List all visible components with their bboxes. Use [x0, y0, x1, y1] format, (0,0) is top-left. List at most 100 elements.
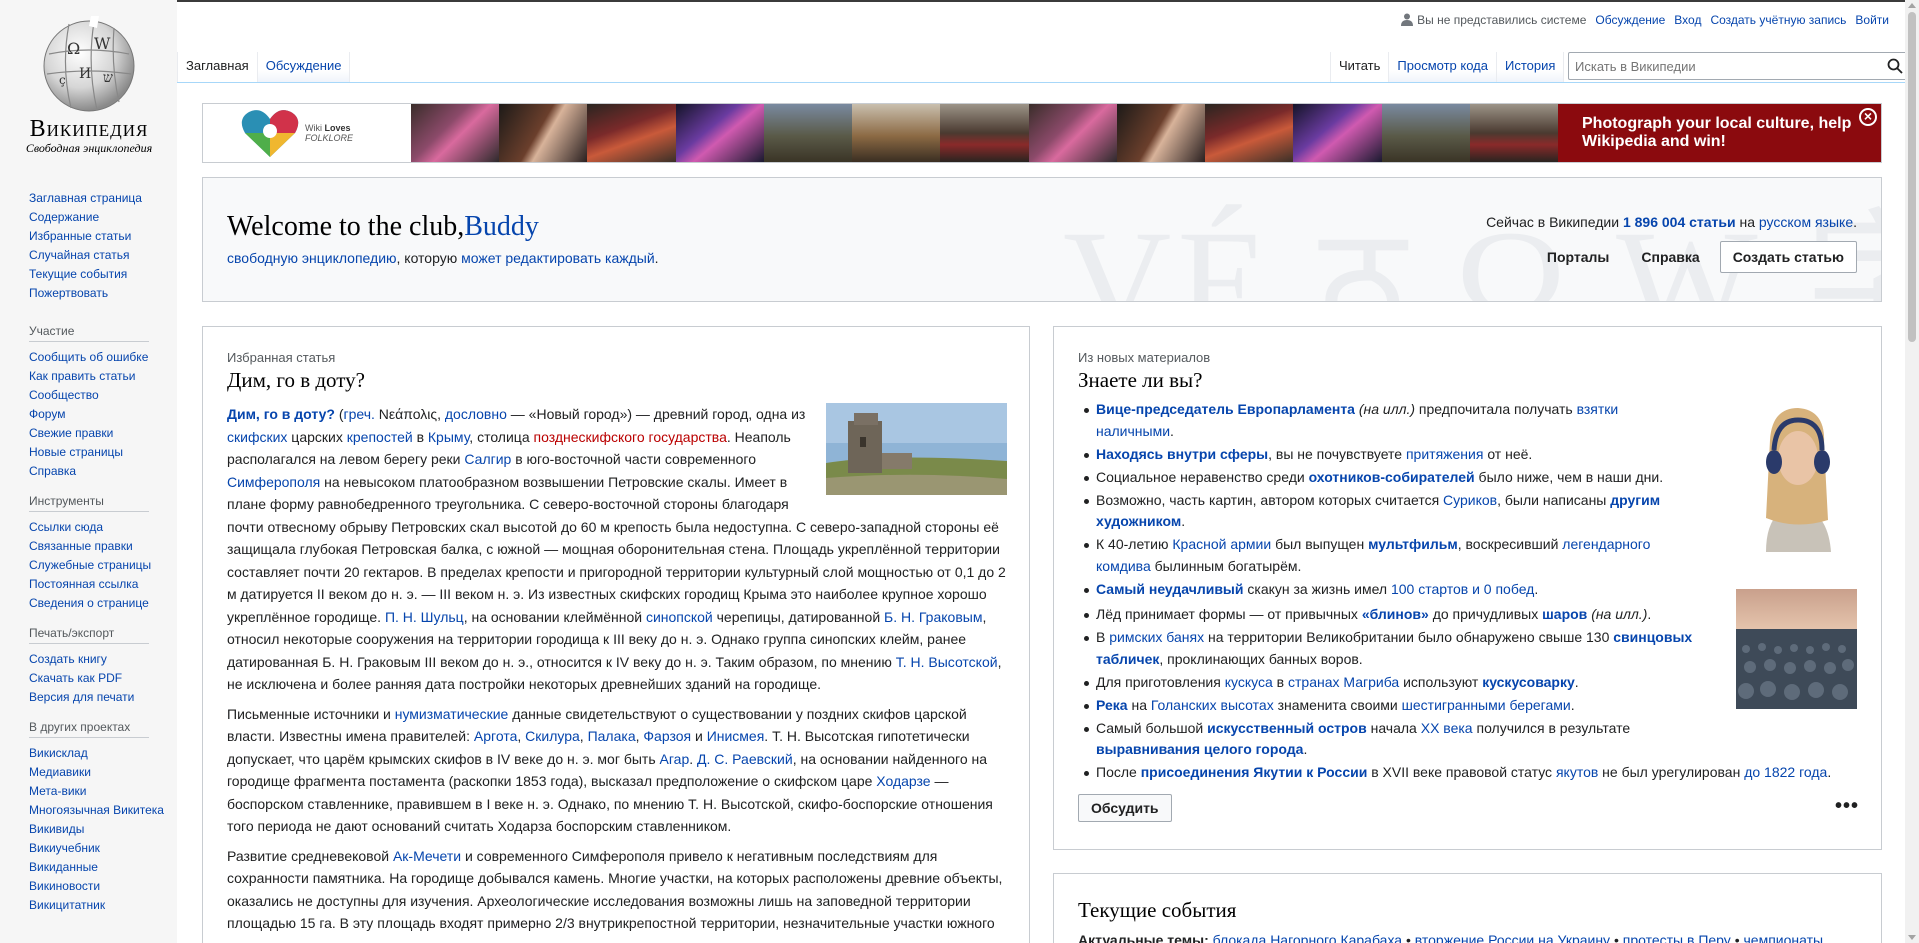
projects-item[interactable]: Многоязычная Викитека — [29, 800, 165, 819]
wiki-link[interactable]: Инисмея — [707, 728, 765, 744]
free-encyclopedia-link[interactable]: свободную энциклопедию — [227, 250, 397, 266]
tab-read[interactable]: Читать — [1330, 52, 1390, 82]
page-scrollbar[interactable] — [1905, 0, 1919, 943]
scrollbar-thumb[interactable] — [1908, 12, 1916, 342]
wiki-link[interactable]: охотников-собирателей — [1309, 469, 1475, 485]
wiki-link[interactable]: Агар — [660, 751, 690, 767]
help-link[interactable]: Справка — [1625, 249, 1715, 265]
wiki-link[interactable]: кускуса — [1225, 674, 1273, 690]
participate-item[interactable]: Сообщество — [29, 385, 165, 404]
wiki-link[interactable]: «блинов» — [1362, 606, 1429, 622]
tab-main-page[interactable]: Заглавная — [177, 52, 258, 82]
wiki-link[interactable]: Д. С. Раевский — [697, 751, 793, 767]
wiki-loves-folklore-banner[interactable]: Wiki Loves FOLKLORE Photograph your local… — [202, 103, 1882, 163]
wiki-link[interactable]: Голанских высотах — [1151, 697, 1274, 713]
wiki-link[interactable]: крепостей — [347, 429, 413, 445]
wiki-link[interactable]: якутов — [1556, 764, 1598, 780]
login-link[interactable]: Вход — [1674, 13, 1701, 27]
scroll-up-arrow-icon[interactable] — [1908, 3, 1916, 8]
wiki-link[interactable]: Фарзоя — [643, 728, 691, 744]
wiki-link[interactable]: Река — [1096, 697, 1128, 713]
projects-item[interactable]: Викицитатник — [29, 895, 165, 914]
participate-item[interactable]: Как править статьи — [29, 366, 165, 385]
participate-item[interactable]: Форум — [29, 404, 165, 423]
wiki-link[interactable]: искусственный остров — [1207, 720, 1367, 736]
banner-call-to-action[interactable]: Photograph your local culture, help Wiki… — [1558, 104, 1881, 162]
create-article-button[interactable]: Создать статью — [1719, 241, 1857, 273]
wiki-link[interactable]: 100 стартов и 0 побед — [1391, 581, 1534, 597]
wiki-link[interactable]: Суриков — [1443, 492, 1497, 508]
wiki-link[interactable]: Аргота — [474, 728, 517, 744]
main-item[interactable]: Случайная статья — [29, 245, 165, 264]
participate-item[interactable]: Свежие правки — [29, 423, 165, 442]
wiki-link[interactable]: римских банях — [1109, 629, 1204, 645]
wiki-link[interactable]: шестигранными берегами — [1402, 697, 1571, 713]
projects-item[interactable]: Медиавики — [29, 762, 165, 781]
discuss-button[interactable]: Обсудить — [1078, 794, 1172, 822]
projects-item[interactable]: Мета-вики — [29, 781, 165, 800]
projects-item[interactable]: Викисклад — [29, 743, 165, 762]
news-topic-link[interactable]: чемпионаты — [1744, 932, 1824, 943]
wiki-link[interactable]: Салгир — [464, 451, 511, 467]
wiki-link[interactable]: XX века — [1421, 720, 1473, 736]
wiki-link[interactable]: Ходарзе — [876, 773, 930, 789]
close-icon[interactable]: × — [1859, 108, 1877, 126]
wiki-link[interactable]: притяжения — [1406, 446, 1483, 462]
tab-view-source[interactable]: Просмотр кода — [1389, 52, 1497, 82]
wiki-link[interactable]: до 1822 года — [1744, 764, 1827, 780]
main-item[interactable]: Заглавная страница — [29, 188, 165, 207]
participate-item[interactable]: Сообщить об ошибке — [29, 347, 165, 366]
main-item[interactable]: Текущие события — [29, 264, 165, 283]
search-icon[interactable] — [1887, 58, 1903, 74]
projects-item[interactable]: Викиучебник — [29, 838, 165, 857]
print-item[interactable]: Версия для печати — [29, 687, 165, 706]
participate-item[interactable]: Справка — [29, 461, 165, 480]
main-item[interactable]: Пожертвовать — [29, 283, 165, 302]
wiki-link[interactable]: странах Магриба — [1288, 674, 1399, 690]
wiki-link[interactable]: Вице-председатель Европарламента — [1096, 401, 1355, 417]
wiki-link[interactable]: Дим, го в доту? — [227, 406, 335, 422]
more-options-icon[interactable]: ••• — [1835, 795, 1859, 818]
wiki-link[interactable]: Б. Н. Граковым — [884, 609, 982, 625]
create-account-link[interactable]: Создать учётную запись — [1710, 13, 1846, 27]
tools-item[interactable]: Связанные правки — [29, 536, 165, 555]
projects-item[interactable]: Викивиды — [29, 819, 165, 838]
wiki-link[interactable]: Ак-Мечети — [393, 848, 461, 864]
tools-item[interactable]: Служебные страницы — [29, 555, 165, 574]
wiki-link[interactable]: мультфильм — [1368, 536, 1458, 552]
wiki-link[interactable]: П. Н. Шульц — [385, 609, 464, 625]
wiki-link[interactable]: синопской — [646, 609, 713, 625]
news-topic-link[interactable]: протесты в Перу — [1623, 932, 1731, 943]
wikipedia-logo[interactable]: Ω W И ש ç Википедия Свободная энциклопед… — [14, 16, 164, 156]
tools-item[interactable]: Постоянная ссылка — [29, 574, 165, 593]
main-item[interactable]: Избранные статьи — [29, 226, 165, 245]
wiki-link[interactable]: кускусоварку — [1482, 674, 1575, 690]
fortress-ruins-image[interactable] — [826, 403, 1007, 495]
wiki-link[interactable]: дословно — [445, 406, 507, 422]
news-topic-link[interactable]: вторжение России на Украину — [1415, 932, 1610, 943]
wiki-link[interactable]: Находясь внутри сферы — [1096, 446, 1268, 462]
print-item[interactable]: Создать книгу — [29, 649, 165, 668]
russian-language-link[interactable]: русском языке — [1759, 214, 1853, 230]
tools-item[interactable]: Ссылки сюда — [29, 517, 165, 536]
portals-link[interactable]: Порталы — [1531, 249, 1625, 265]
talk-link[interactable]: Обсуждение — [1595, 13, 1665, 27]
redlink[interactable]: позднескифского государства — [534, 429, 727, 445]
signin-link[interactable]: Войти — [1855, 13, 1889, 27]
print-item[interactable]: Скачать как PDF — [29, 668, 165, 687]
wiki-link[interactable]: шаров — [1542, 606, 1587, 622]
search-input[interactable] — [1569, 53, 1869, 79]
participate-item[interactable]: Новые страницы — [29, 442, 165, 461]
wiki-link[interactable]: Симферополя — [227, 474, 320, 490]
projects-item[interactable]: Викиданные — [29, 857, 165, 876]
wiki-link[interactable]: Скилура — [525, 728, 580, 744]
scroll-down-arrow-icon[interactable] — [1908, 935, 1916, 940]
wiki-link[interactable]: выравнивания целого города — [1096, 741, 1303, 757]
main-item[interactable]: Содержание — [29, 207, 165, 226]
tab-discussion[interactable]: Обсуждение — [257, 52, 351, 82]
welcome-title-name[interactable]: Buddy — [464, 211, 539, 242]
wiki-link[interactable]: Т. Н. Высотской — [896, 654, 998, 670]
wiki-link[interactable]: нумизматические — [395, 706, 509, 722]
wiki-link[interactable]: греч. — [344, 406, 375, 422]
news-topic-link[interactable]: блокада Нагорного Карабаха — [1213, 932, 1402, 943]
